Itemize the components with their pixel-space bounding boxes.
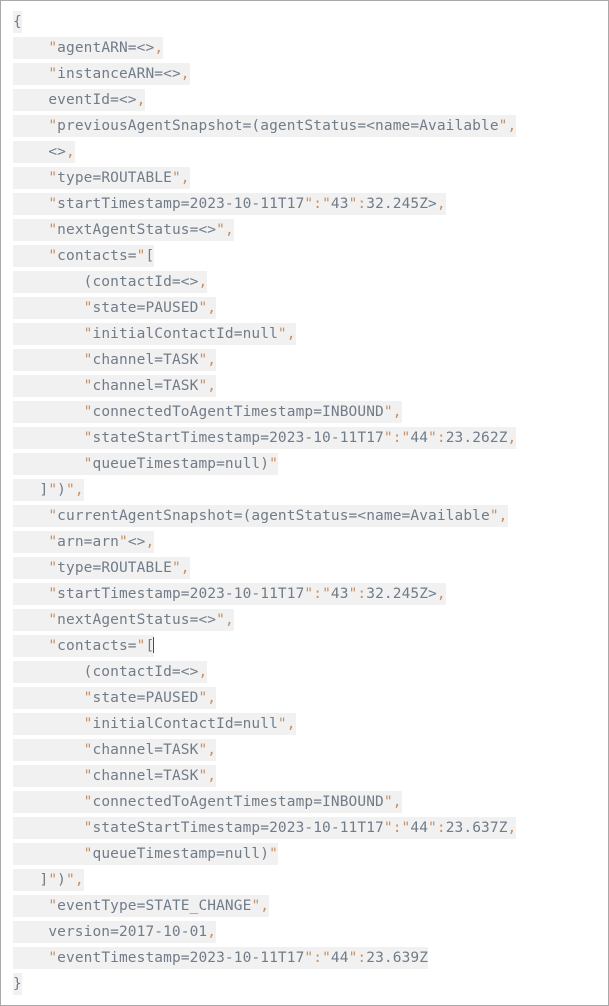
code-line-text: "state=PAUSED", — [13, 687, 217, 709]
code-line-text: "connectedToAgentTimestamp=INBOUND", — [13, 791, 402, 813]
code-line-text: "eventType=STATE_CHANGE", — [13, 895, 270, 917]
code-line[interactable]: "startTimestamp=2023-10-11T17":"43":32.2… — [1, 191, 608, 217]
code-line-text: "channel=TASK", — [13, 765, 217, 787]
code-line[interactable]: "initialContactId=null", — [1, 321, 608, 347]
code-line-text: "type=ROUTABLE", — [13, 167, 190, 189]
code-line-text: ]")", — [13, 869, 84, 891]
code-line-text: "connectedToAgentTimestamp=INBOUND", — [13, 401, 402, 423]
code-line-text: { — [13, 11, 22, 33]
code-line-text: eventId=<>, — [13, 89, 146, 111]
code-line-text: "arn=arn"<>, — [13, 531, 155, 553]
code-line[interactable]: version=2017-10-01, — [1, 919, 608, 945]
code-line[interactable]: "channel=TASK", — [1, 373, 608, 399]
code-line[interactable]: (contactId=<>, — [1, 659, 608, 685]
code-content-area[interactable]: { "agentARN=<>, "instanceARN=<>, eventId… — [1, 1, 608, 1005]
code-line-text: <>, — [13, 141, 75, 163]
code-line-text: (contactId=<>, — [13, 661, 208, 683]
code-line[interactable]: "contacts="[ — [1, 243, 608, 269]
code-line-text: (contactId=<>, — [13, 271, 208, 293]
code-line[interactable]: "connectedToAgentTimestamp=INBOUND", — [1, 399, 608, 425]
code-line[interactable]: "queueTimestamp=null)" — [1, 841, 608, 867]
code-line[interactable]: "contacts="[ — [1, 633, 608, 659]
code-line-text: "currentAgentSnapshot=(agentStatus=<name… — [13, 505, 508, 527]
code-line[interactable]: "type=ROUTABLE", — [1, 555, 608, 581]
code-line-text: "state=PAUSED", — [13, 297, 217, 319]
code-line[interactable]: "type=ROUTABLE", — [1, 165, 608, 191]
code-line[interactable]: "eventTimestamp=2023-10-11T17":"44":23.6… — [1, 945, 608, 971]
code-line-text: } — [13, 973, 22, 995]
code-line-text: "nextAgentStatus=<>", — [13, 609, 234, 631]
code-line-text: "queueTimestamp=null)" — [13, 453, 278, 475]
code-line[interactable]: "agentARN=<>, — [1, 35, 608, 61]
code-line-text: "stateStartTimestamp=2023-10-11T17":"44"… — [13, 427, 517, 449]
code-line-text: "previousAgentSnapshot=(agentStatus=<nam… — [13, 115, 517, 137]
code-line-text: "channel=TASK", — [13, 375, 217, 397]
code-line[interactable]: eventId=<>, — [1, 87, 608, 113]
code-line-text: "contacts="[ — [13, 635, 155, 657]
code-line-text: "channel=TASK", — [13, 739, 217, 761]
code-line[interactable]: "startTimestamp=2023-10-11T17":"43":32.2… — [1, 581, 608, 607]
code-line[interactable]: "channel=TASK", — [1, 763, 608, 789]
code-line[interactable]: "instanceARN=<>, — [1, 61, 608, 87]
code-line[interactable]: "currentAgentSnapshot=(agentStatus=<name… — [1, 503, 608, 529]
code-line-text: "initialContactId=null", — [13, 713, 296, 735]
code-line[interactable]: "channel=TASK", — [1, 737, 608, 763]
code-line[interactable]: "stateStartTimestamp=2023-10-11T17":"44"… — [1, 425, 608, 451]
code-line-text: "nextAgentStatus=<>", — [13, 219, 234, 241]
code-line[interactable]: "arn=arn"<>, — [1, 529, 608, 555]
code-line[interactable]: { — [1, 9, 608, 35]
code-line[interactable]: <>, — [1, 139, 608, 165]
json-payload-viewer[interactable]: { "agentARN=<>, "instanceARN=<>, eventId… — [0, 0, 609, 1006]
code-line-text: "agentARN=<>, — [13, 37, 164, 59]
code-line[interactable]: (contactId=<>, — [1, 269, 608, 295]
code-line-text: "instanceARN=<>, — [13, 63, 190, 85]
code-line[interactable]: } — [1, 971, 608, 997]
code-line[interactable]: ]")", — [1, 867, 608, 893]
code-line-text: "stateStartTimestamp=2023-10-11T17":"44"… — [13, 817, 517, 839]
code-line-text: "type=ROUTABLE", — [13, 557, 190, 579]
text-cursor — [153, 637, 155, 653]
code-line-text: "eventTimestamp=2023-10-11T17":"44":23.6… — [13, 947, 429, 969]
code-line[interactable]: "queueTimestamp=null)" — [1, 451, 608, 477]
code-line[interactable]: "previousAgentSnapshot=(agentStatus=<nam… — [1, 113, 608, 139]
code-line-text: "queueTimestamp=null)" — [13, 843, 278, 865]
code-line-text: "contacts="[ — [13, 245, 155, 267]
code-line[interactable]: "connectedToAgentTimestamp=INBOUND", — [1, 789, 608, 815]
code-line[interactable]: "channel=TASK", — [1, 347, 608, 373]
code-line-text: "channel=TASK", — [13, 349, 217, 371]
code-line[interactable]: "stateStartTimestamp=2023-10-11T17":"44"… — [1, 815, 608, 841]
code-line[interactable]: "state=PAUSED", — [1, 295, 608, 321]
code-line[interactable]: "nextAgentStatus=<>", — [1, 217, 608, 243]
code-line-text: version=2017-10-01, — [13, 921, 217, 943]
code-line[interactable]: "state=PAUSED", — [1, 685, 608, 711]
code-line-text: "initialContactId=null", — [13, 323, 296, 345]
code-line-text: ]")", — [13, 479, 84, 501]
code-line-text: "startTimestamp=2023-10-11T17":"43":32.2… — [13, 583, 446, 605]
code-line[interactable]: "nextAgentStatus=<>", — [1, 607, 608, 633]
code-line-text: "startTimestamp=2023-10-11T17":"43":32.2… — [13, 193, 446, 215]
code-line[interactable]: "initialContactId=null", — [1, 711, 608, 737]
code-line[interactable]: "eventType=STATE_CHANGE", — [1, 893, 608, 919]
code-line[interactable]: ]")", — [1, 477, 608, 503]
